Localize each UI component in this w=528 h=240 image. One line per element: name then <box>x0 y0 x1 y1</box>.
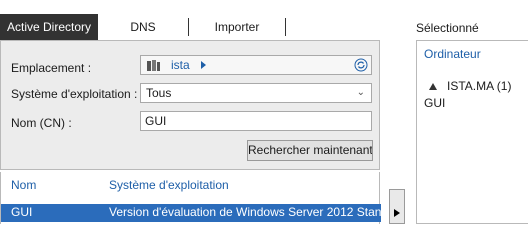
selected-group[interactable]: ISTA.MA (1) <box>447 79 511 93</box>
name-input-value: GUI <box>145 114 167 128</box>
refresh-icon[interactable] <box>354 58 368 72</box>
tab-active-directory[interactable]: Active Directory <box>0 14 98 40</box>
results-list: Nom Système d'exploitation GUI Version d… <box>0 172 381 224</box>
tab-dns[interactable]: DNS <box>98 14 188 40</box>
name-label: Nom (CN) : <box>11 116 72 130</box>
os-label: Système d'exploitation : <box>11 87 138 101</box>
chevron-down-icon: ⌄ <box>356 87 365 98</box>
search-form-panel: Emplacement : ista Système d'exploitatio… <box>0 40 380 170</box>
os-select-value: Tous <box>146 86 172 100</box>
add-arrow-icon <box>394 209 400 217</box>
search-now-button[interactable]: Rechercher maintenant <box>247 140 373 161</box>
server-icon <box>147 60 160 71</box>
location-value: ista <box>171 58 190 72</box>
os-select[interactable]: Tous ⌄ <box>140 83 372 103</box>
selected-column-header[interactable]: Ordinateur <box>424 47 481 61</box>
table-row[interactable]: GUI Version d'évaluation de Windows Serv… <box>1 204 381 222</box>
selected-title: Sélectionné <box>416 21 479 35</box>
column-header-name[interactable]: Nom <box>11 178 36 192</box>
name-input[interactable]: GUI <box>140 111 372 131</box>
location-label: Emplacement : <box>11 61 92 75</box>
selected-panel: Ordinateur ISTA.MA (1) GUI <box>416 40 528 224</box>
selected-item[interactable]: GUI <box>424 96 445 110</box>
location-field[interactable]: ista <box>140 55 372 75</box>
breadcrumb-arrow-icon[interactable] <box>201 61 206 69</box>
row-os: Version d'évaluation de Windows Server 2… <box>109 205 381 219</box>
column-header-os[interactable]: Système d'exploitation <box>109 178 229 192</box>
add-to-selection-button[interactable] <box>389 189 405 224</box>
tab-bar: Active Directory DNS Importer <box>0 14 382 40</box>
row-name: GUI <box>11 205 33 219</box>
collapse-triangle-icon[interactable] <box>429 83 437 90</box>
tab-importer[interactable]: Importer <box>189 14 285 40</box>
tab-separator <box>285 18 286 36</box>
